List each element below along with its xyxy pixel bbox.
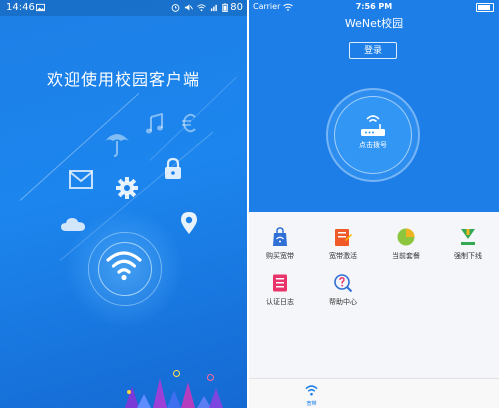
skyline-dot bbox=[127, 390, 131, 394]
location-pin-icon bbox=[181, 212, 197, 234]
status-bar: 14:46 80 bbox=[0, 0, 247, 16]
tab-broadband[interactable]: 宽带 bbox=[249, 379, 374, 408]
wifi-status-icon bbox=[197, 4, 206, 12]
header-panel: Carrier 7:56 PM WeNet校园 登录 点击拨号 bbox=[249, 0, 499, 212]
menu-label: 宽带激活 bbox=[329, 252, 357, 260]
umbrella-icon bbox=[105, 134, 129, 157]
mute-icon bbox=[184, 4, 193, 11]
menu-item-current-plan[interactable]: 当前套餐 bbox=[377, 225, 435, 275]
euro-icon bbox=[182, 113, 196, 133]
app-title: WeNet校园 bbox=[344, 17, 404, 30]
menu-label: 帮助中心 bbox=[329, 298, 357, 306]
bag-icon bbox=[273, 227, 287, 246]
menu-item-auth-log[interactable]: 认证日志 bbox=[251, 271, 309, 321]
help-search-icon bbox=[334, 274, 353, 293]
skyline-graphic bbox=[105, 366, 245, 408]
battery-icon bbox=[222, 3, 228, 12]
menu-item-activate-broadband[interactable]: 宽带激活 bbox=[314, 225, 372, 275]
status-bar: Carrier 7:56 PM bbox=[249, 0, 499, 14]
gear-icon bbox=[116, 177, 138, 199]
right-phone-screen: Carrier 7:56 PM WeNet校园 登录 点击拨号 购买宽带 宽带激… bbox=[249, 0, 499, 408]
menu-label: 购买宽带 bbox=[266, 252, 294, 260]
mail-icon bbox=[69, 170, 93, 189]
dial-label: 点击拨号 bbox=[359, 141, 387, 149]
image-icon bbox=[36, 3, 45, 12]
status-time: 7:56 PM bbox=[355, 2, 393, 11]
music-note-icon bbox=[146, 113, 163, 134]
left-phone-screen: 14:46 80 欢迎使用校园客户端 bbox=[0, 0, 247, 408]
skyline-dot bbox=[173, 370, 180, 377]
wifi-tab-icon bbox=[305, 385, 318, 396]
alarm-icon bbox=[171, 4, 180, 12]
menu-item-force-offline[interactable]: 强制下线 bbox=[439, 225, 497, 275]
menu-item-help-center[interactable]: 帮助中心 bbox=[314, 271, 372, 321]
card-icon bbox=[335, 229, 352, 246]
list-icon bbox=[273, 274, 287, 292]
skyline-dot bbox=[207, 374, 214, 381]
welcome-text: 欢迎使用校园客户端 bbox=[46, 70, 200, 89]
tab-bar: 宽带 bbox=[249, 378, 499, 408]
lock-icon bbox=[165, 158, 181, 179]
battery-icon bbox=[476, 3, 494, 12]
battery-percent: 80 bbox=[230, 2, 243, 13]
pie-chart-icon bbox=[397, 228, 415, 246]
router-icon bbox=[361, 115, 385, 136]
menu-label: 认证日志 bbox=[266, 298, 294, 306]
menu-item-buy-broadband[interactable]: 购买宽带 bbox=[251, 225, 309, 275]
status-time: 14:46 bbox=[6, 2, 35, 13]
signal-icon bbox=[210, 4, 217, 12]
login-button[interactable]: 登录 bbox=[349, 42, 397, 59]
menu-label: 当前套餐 bbox=[392, 252, 420, 260]
menu-label: 强制下线 bbox=[454, 252, 482, 260]
tab-label: 宽带 bbox=[306, 401, 317, 407]
download-arrow-icon bbox=[461, 229, 475, 245]
wifi-icon[interactable] bbox=[106, 248, 142, 282]
